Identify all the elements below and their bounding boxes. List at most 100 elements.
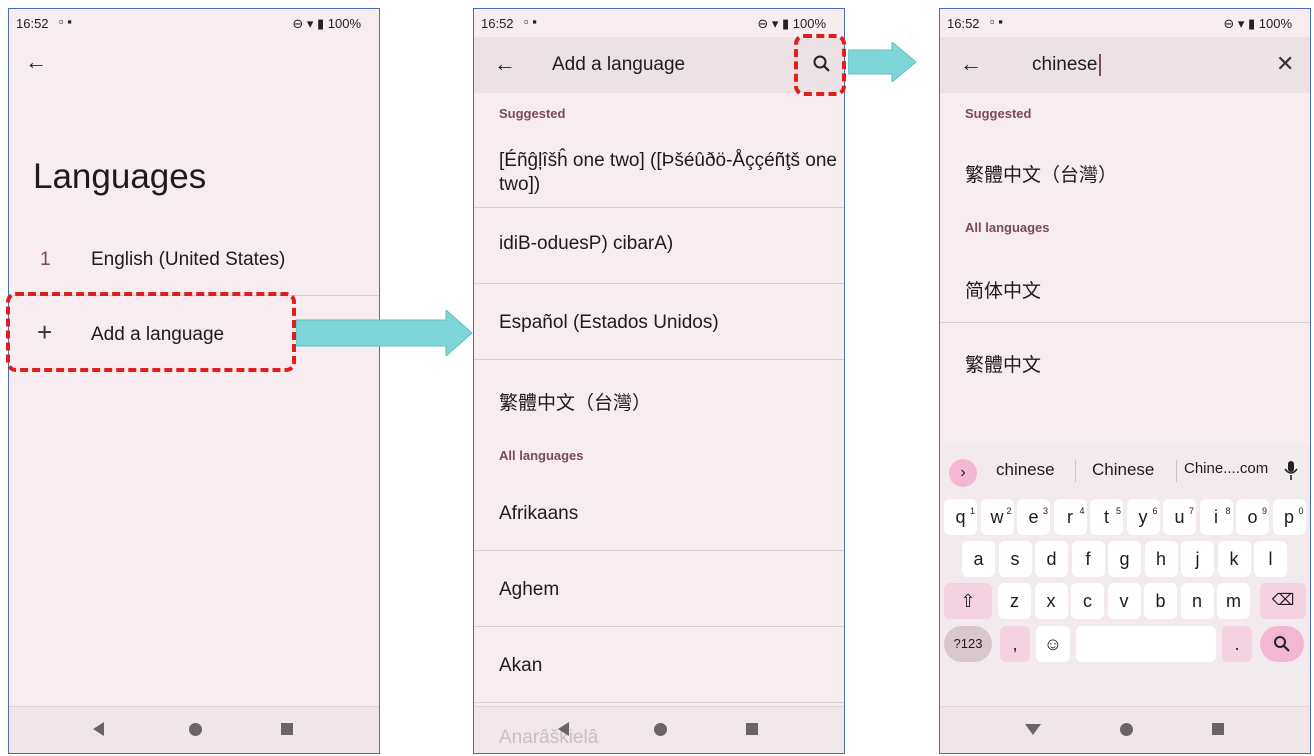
key-h[interactable]: h: [1144, 541, 1178, 577]
key-s[interactable]: s: [998, 541, 1032, 577]
battery-level: 100%: [1258, 16, 1292, 31]
key-k[interactable]: k: [1217, 541, 1251, 577]
key-q[interactable]: q1: [944, 499, 977, 535]
nav-recents-icon[interactable]: [281, 723, 293, 735]
back-arrow-icon[interactable]: ←: [494, 51, 516, 77]
language-item[interactable]: 繁體中文: [965, 350, 1041, 377]
search-bar: ← chinese ✕: [940, 37, 1310, 93]
key-l[interactable]: l: [1254, 541, 1287, 577]
key-j[interactable]: j: [1181, 541, 1214, 577]
key-a[interactable]: a: [962, 541, 995, 577]
nav-home-icon[interactable]: [654, 723, 667, 736]
divider: [474, 207, 844, 208]
status-time: 16:52: [481, 16, 514, 31]
language-item[interactable]: Español (Estados Unidos): [499, 312, 719, 334]
divider: [474, 283, 844, 284]
nav-recents-icon[interactable]: [746, 723, 758, 735]
language-item[interactable]: Afrikaans: [499, 503, 578, 525]
key-g[interactable]: g: [1108, 541, 1141, 577]
key-y[interactable]: y6: [1126, 499, 1160, 535]
nav-bar: Anarâškielâ: [474, 706, 844, 753]
language-item[interactable]: Akan: [499, 655, 542, 677]
key-x[interactable]: x: [1034, 583, 1068, 619]
nav-bar: [9, 706, 379, 753]
back-arrow-icon[interactable]: ←: [25, 49, 47, 75]
key-p[interactable]: p0: [1272, 499, 1306, 535]
divider: [474, 626, 844, 627]
key-e[interactable]: e3: [1017, 499, 1050, 535]
language-item[interactable]: [Éñĝļîšĥ one two] ([Þšéûðö-Åççéñţš one t…: [499, 149, 839, 197]
suggestion-chip[interactable]: Chine....com: [1184, 460, 1268, 477]
language-item[interactable]: idiB-oduesP) cibarA): [499, 233, 673, 255]
status-bar: 16:52 ▫ ▪ ⊖ ▾ ▮ 100%: [9, 9, 379, 37]
back-arrow-icon[interactable]: ←: [960, 51, 982, 77]
section-all-languages: All languages: [965, 220, 1050, 235]
divider: [474, 359, 844, 360]
search-icon: [1274, 636, 1290, 652]
comma-key[interactable]: ,: [1000, 626, 1030, 662]
expand-suggestions-icon[interactable]: ›: [949, 459, 977, 487]
nav-home-icon[interactable]: [189, 723, 202, 736]
flow-arrow-1: [296, 310, 473, 356]
nav-back-icon[interactable]: [558, 722, 569, 736]
key-v[interactable]: v: [1107, 583, 1141, 619]
key-t[interactable]: t5: [1090, 499, 1123, 535]
backspace-key[interactable]: ⌫: [1260, 583, 1306, 619]
key-hint: 6: [1152, 506, 1158, 516]
emoji-icon[interactable]: ☺: [1036, 626, 1070, 662]
language-item[interactable]: 繁體中文（台灣）: [965, 160, 1117, 187]
dnd-icon: ⊖ ▾ ▮: [1223, 16, 1259, 31]
app-bar: ← Add a language: [474, 37, 844, 93]
divider: [474, 550, 844, 551]
suggestion-chip[interactable]: chinese: [996, 460, 1055, 480]
clear-icon[interactable]: ✕: [1276, 51, 1294, 77]
key-hint: 2: [1006, 506, 1012, 516]
key-f[interactable]: f: [1071, 541, 1105, 577]
divider: [474, 702, 844, 703]
status-time: 16:52: [16, 16, 49, 31]
hide-keyboard-icon[interactable]: [1025, 724, 1041, 735]
sim-icon: ▫ ▪: [524, 14, 537, 29]
language-item[interactable]: Aghem: [499, 579, 559, 601]
sim-icon: ▫ ▪: [59, 14, 72, 29]
key-u[interactable]: u7: [1163, 499, 1196, 535]
section-suggested: Suggested: [499, 106, 566, 121]
key-i[interactable]: i8: [1199, 499, 1233, 535]
key-d[interactable]: d: [1035, 541, 1068, 577]
soft-keyboard: › chinese Chinese Chine....com q1w2e3r4t…: [940, 446, 1310, 707]
shift-key[interactable]: ⇧: [944, 583, 992, 619]
section-all-languages: All languages: [499, 448, 584, 463]
microphone-icon[interactable]: [1284, 460, 1298, 482]
nav-home-icon[interactable]: [1120, 723, 1133, 736]
key-w[interactable]: w2: [980, 499, 1014, 535]
symbols-key[interactable]: ?123: [944, 626, 992, 662]
search-key[interactable]: [1260, 626, 1304, 662]
key-hint: 0: [1298, 506, 1304, 516]
language-index: 1: [40, 249, 51, 270]
key-b[interactable]: b: [1144, 583, 1177, 619]
language-item[interactable]: English (United States): [91, 249, 285, 271]
add-language-screen: 16:52 ▫ ▪ ⊖ ▾ ▮ 100% ← Add a language Su…: [473, 8, 845, 754]
language-item-partial[interactable]: Anarâškielâ: [499, 727, 598, 749]
dnd-icon: ⊖ ▾ ▮: [292, 16, 328, 31]
key-r[interactable]: r4: [1053, 499, 1087, 535]
nav-back-icon[interactable]: [93, 722, 104, 736]
key-n[interactable]: n: [1180, 583, 1214, 619]
nav-recents-icon[interactable]: [1212, 723, 1224, 735]
key-hint: 3: [1042, 506, 1048, 516]
language-item[interactable]: 简体中文: [965, 276, 1041, 303]
key-hint: 9: [1261, 506, 1267, 516]
language-item[interactable]: 繁體中文（台灣）: [499, 388, 651, 415]
key-z[interactable]: z: [998, 583, 1031, 619]
app-bar-title: Add a language: [552, 54, 686, 75]
flow-arrow-2: [848, 42, 917, 82]
key-c[interactable]: c: [1071, 583, 1104, 619]
period-key[interactable]: .: [1222, 626, 1252, 662]
space-key[interactable]: [1076, 626, 1216, 662]
key-hint: 5: [1115, 506, 1121, 516]
search-input[interactable]: chinese: [1032, 54, 1101, 76]
key-m[interactable]: m: [1217, 583, 1250, 619]
divider: [1176, 460, 1177, 482]
suggestion-chip[interactable]: Chinese: [1092, 460, 1154, 480]
key-o[interactable]: o9: [1236, 499, 1269, 535]
